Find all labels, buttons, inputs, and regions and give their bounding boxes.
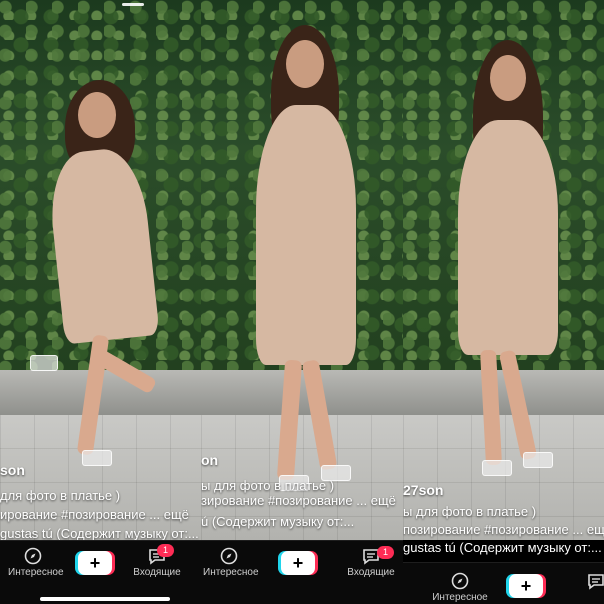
username[interactable]: son <box>0 462 25 479</box>
bottom-nav: Интересное + Входящие 1 <box>201 540 403 604</box>
compass-icon <box>451 572 469 590</box>
bottom-nav: Интересное + <box>403 562 604 604</box>
caption-tags[interactable]: позирование #позирование ... ещё <box>403 521 604 538</box>
inbox-badge: 1 <box>157 544 174 557</box>
video-frame[interactable] <box>403 0 604 540</box>
nav-discover-label: Интересное <box>203 567 259 578</box>
nav-discover[interactable]: Интересное <box>203 547 259 578</box>
compass-icon <box>24 547 42 565</box>
video-panel-2[interactable]: on ы для фото в платье ) зирование #пози… <box>201 0 403 604</box>
music-info[interactable]: gustas tú (Содержит музыку от:... <box>403 539 602 556</box>
add-video-button[interactable]: + <box>509 574 543 598</box>
nav-inbox[interactable] <box>581 572 604 592</box>
nav-discover[interactable]: Интересное <box>8 547 64 578</box>
video-panel-1[interactable]: son для фото в платье ) ирование #позиро… <box>0 0 201 604</box>
caption-text: для фото в платье ) <box>0 488 121 503</box>
woman-figure <box>241 25 371 495</box>
home-indicator <box>40 597 170 601</box>
music-info[interactable]: ú (Содержит музыку от:... <box>201 513 354 530</box>
add-video-button[interactable]: + <box>78 551 112 575</box>
caption-tags[interactable]: ирование #позирование ... ещё <box>0 506 189 523</box>
compass-icon <box>220 547 238 565</box>
progress-indicator <box>122 3 144 6</box>
video-frame[interactable] <box>0 0 201 540</box>
inbox-badge: 1 <box>377 546 394 559</box>
nav-inbox-label: Входящие <box>133 567 181 578</box>
nav-discover-label: Интересное <box>432 592 488 603</box>
nav-discover-label: Интересное <box>8 567 64 578</box>
caption-tags[interactable]: зирование #позирование ... ещё <box>201 492 396 509</box>
triptych-screenshot: son для фото в платье ) ирование #позиро… <box>0 0 604 604</box>
bottom-nav: Интересное + Входящие 1 <box>0 540 201 604</box>
add-video-button[interactable]: + <box>281 551 315 575</box>
nav-discover[interactable]: Интересное <box>431 572 489 603</box>
username[interactable]: on <box>201 452 218 469</box>
message-icon <box>588 574 604 590</box>
caption-text: ы для фото в платье ) <box>403 504 537 519</box>
woman-figure <box>448 40 568 480</box>
woman-figure <box>30 80 180 500</box>
video-frame[interactable] <box>201 0 403 540</box>
nav-inbox-label: Входящие <box>347 567 395 578</box>
video-panel-3[interactable]: 27son ы для фото в платье ) позирование … <box>403 0 604 604</box>
username[interactable]: 27son <box>403 482 443 499</box>
